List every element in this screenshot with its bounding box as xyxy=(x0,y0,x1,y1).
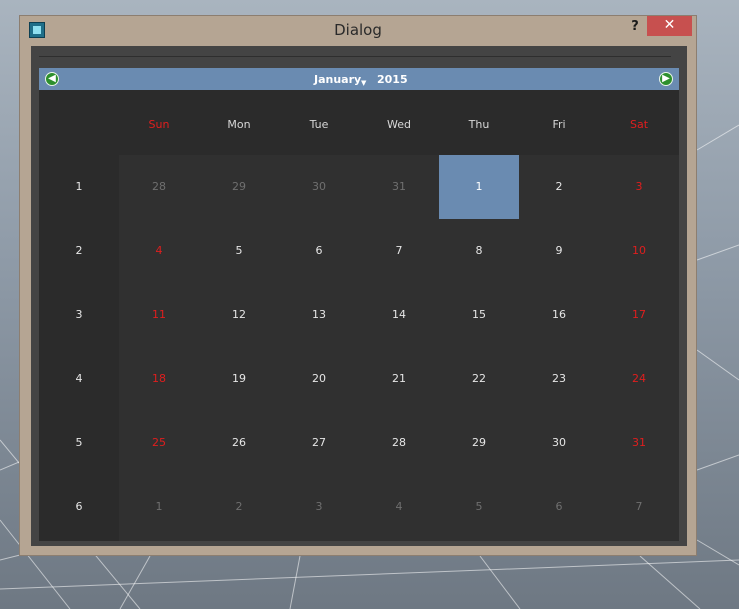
close-button[interactable]: ✕ xyxy=(647,16,692,36)
week-number: 2 xyxy=(75,244,83,257)
day-cell[interactable]: 2 xyxy=(199,475,279,539)
day-cell[interactable]: 28 xyxy=(359,411,439,475)
day-cell[interactable]: 29 xyxy=(439,411,519,475)
month-selector[interactable]: January xyxy=(314,73,361,86)
week-number: 5 xyxy=(75,436,83,449)
arrow-left-icon[interactable]: ◀ xyxy=(45,72,59,86)
week-number: 6 xyxy=(75,500,83,513)
day-cell[interactable]: 4 xyxy=(359,475,439,539)
day-cell[interactable]: 9 xyxy=(519,219,599,283)
year-selector[interactable]: 2015 xyxy=(377,73,408,86)
day-cell[interactable]: 7 xyxy=(599,475,679,539)
week-number: 3 xyxy=(75,308,83,321)
day-cell[interactable]: 5 xyxy=(439,475,519,539)
day-cell[interactable]: 19 xyxy=(199,347,279,411)
dialog-window: Dialog ? ✕ ◀ January ▼ 2015 ▶ Sun Mon Tue W… xyxy=(19,15,697,556)
chevron-down-icon[interactable]: ▼ xyxy=(361,79,366,87)
day-cell[interactable]: 3 xyxy=(279,475,359,539)
day-cell[interactable]: 4 xyxy=(119,219,199,283)
calendar-navigation-bar: ◀ January ▼ 2015 ▶ xyxy=(39,68,679,90)
day-cell[interactable]: 20 xyxy=(279,347,359,411)
week-number: 4 xyxy=(75,372,83,385)
calendar-grid: Sun Mon Tue Wed Thu Fri Sat 1 2 3 4 5 6 28 29 30 31 1 2 3 4 5… xyxy=(39,90,679,541)
weekday-header-wed: Wed xyxy=(387,118,411,131)
day-cell[interactable]: 23 xyxy=(519,347,599,411)
day-cell[interactable]: 6 xyxy=(519,475,599,539)
day-cell[interactable]: 1 xyxy=(119,475,199,539)
day-cell[interactable]: 7 xyxy=(359,219,439,283)
day-cell[interactable]: 8 xyxy=(439,219,519,283)
week-number: 1 xyxy=(75,180,83,193)
day-cell[interactable]: 16 xyxy=(519,283,599,347)
day-cell[interactable]: 3 xyxy=(599,155,679,219)
day-cell[interactable]: 17 xyxy=(599,283,679,347)
day-cell[interactable]: 27 xyxy=(279,411,359,475)
day-cell[interactable]: 24 xyxy=(599,347,679,411)
day-cell-selected[interactable]: 1 xyxy=(439,155,519,219)
day-cell[interactable]: 5 xyxy=(199,219,279,283)
day-cell[interactable]: 14 xyxy=(359,283,439,347)
day-cell[interactable]: 26 xyxy=(199,411,279,475)
weekday-header-sat: Sat xyxy=(629,118,649,131)
day-cell[interactable]: 10 xyxy=(599,219,679,283)
dialog-content: ◀ January ▼ 2015 ▶ Sun Mon Tue Wed Thu Fri Sat… xyxy=(31,46,687,546)
day-cell[interactable]: 11 xyxy=(119,283,199,347)
day-cell[interactable]: 30 xyxy=(519,411,599,475)
day-cell[interactable]: 25 xyxy=(119,411,199,475)
day-cell[interactable]: 15 xyxy=(439,283,519,347)
day-cell[interactable]: 18 xyxy=(119,347,199,411)
day-cell[interactable]: 22 xyxy=(439,347,519,411)
day-cell[interactable]: 12 xyxy=(199,283,279,347)
day-cell[interactable]: 6 xyxy=(279,219,359,283)
weekday-header-mon: Mon xyxy=(227,118,251,131)
weekday-header-thu: Thu xyxy=(468,118,490,131)
day-cell[interactable]: 21 xyxy=(359,347,439,411)
day-cell[interactable]: 13 xyxy=(279,283,359,347)
weekday-header-tue: Tue xyxy=(309,118,329,131)
day-cell[interactable]: 31 xyxy=(359,155,439,219)
day-cell[interactable]: 29 xyxy=(199,155,279,219)
day-cell[interactable]: 30 xyxy=(279,155,359,219)
help-button[interactable]: ? xyxy=(625,17,645,37)
divider xyxy=(39,56,671,57)
weekday-header-fri: Fri xyxy=(552,118,566,131)
day-cell[interactable]: 31 xyxy=(599,411,679,475)
window-title: Dialog xyxy=(334,21,382,39)
day-cell[interactable]: 28 xyxy=(119,155,199,219)
weekday-header-sun: Sun xyxy=(148,118,170,131)
day-cell[interactable]: 2 xyxy=(519,155,599,219)
title-bar[interactable]: Dialog ? ✕ xyxy=(20,16,696,46)
arrow-right-icon[interactable]: ▶ xyxy=(659,72,673,86)
